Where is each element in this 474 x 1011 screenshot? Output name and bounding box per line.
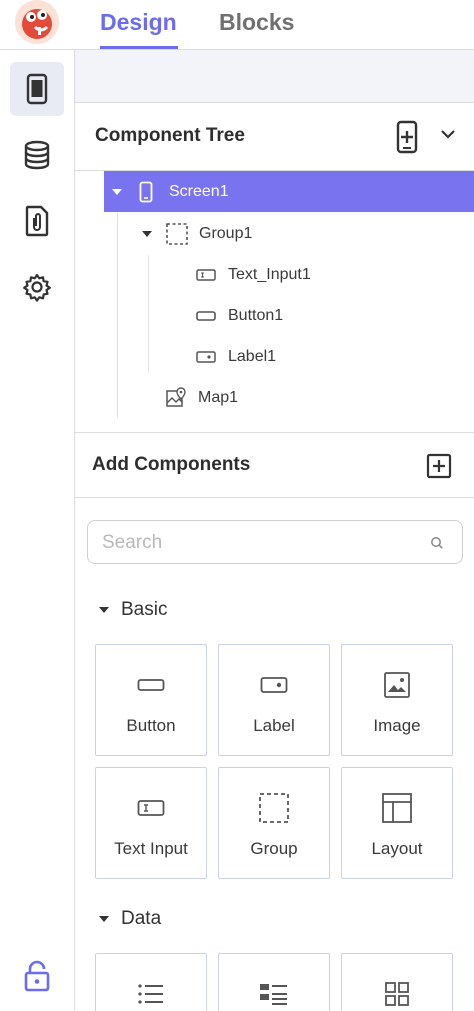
tree-node-label: Label1 <box>228 347 277 365</box>
map-icon <box>165 386 187 409</box>
component-search-box <box>87 520 463 564</box>
component-card-label: Image <box>373 716 421 735</box>
rail-settings-button[interactable] <box>10 260 64 314</box>
button-icon <box>196 309 216 323</box>
component-card-image[interactable]: Image <box>341 644 453 756</box>
category-data[interactable]: Data <box>99 907 161 931</box>
tree-node-label: Map1 <box>198 388 239 406</box>
tree-guide-line <box>117 213 118 418</box>
component-card-grid[interactable] <box>341 953 453 1011</box>
expand-caret-icon[interactable] <box>142 230 152 237</box>
category-basic[interactable]: Basic <box>99 598 167 622</box>
lock-button[interactable] <box>22 960 52 992</box>
lock-icon <box>24 960 50 992</box>
component-tree-title: Component Tree <box>95 125 245 146</box>
category-label: Data <box>121 908 162 929</box>
component-card-text-input[interactable]: Text Input <box>95 767 207 879</box>
designer-panel: Component Tree Screen1 Group1 Text_Input… <box>75 50 474 1011</box>
layout-icon <box>342 790 452 826</box>
component-card-form-list[interactable] <box>218 953 330 1011</box>
component-card-label: Text Input <box>114 839 188 858</box>
tree-node-label: Screen1 <box>169 182 229 200</box>
tree-node-screen1[interactable]: Screen1 <box>104 171 474 212</box>
group-icon <box>219 790 329 826</box>
grid-icon <box>342 976 452 1011</box>
app-logo[interactable] <box>15 0 59 44</box>
gear-icon <box>23 273 51 302</box>
expand-caret-icon[interactable] <box>99 916 109 922</box>
add-components-title: Add Components <box>92 454 251 475</box>
chevron-down-icon <box>441 130 455 139</box>
tree-node-label: Group1 <box>199 224 253 242</box>
text-input-icon <box>96 790 206 826</box>
tab-design[interactable]: Design <box>100 7 177 37</box>
component-card-label: Group <box>250 839 298 858</box>
tree-node-label1[interactable]: Label1 <box>196 336 474 377</box>
tree-node-button1[interactable]: Button1 <box>196 295 474 336</box>
active-tab-indicator <box>100 46 178 49</box>
component-card-label: Label <box>253 716 295 735</box>
text-input-icon <box>196 268 216 282</box>
tree-node-label: Button1 <box>228 306 284 324</box>
tree-node-map1[interactable]: Map1 <box>165 377 474 418</box>
toolbar-strip <box>75 50 474 103</box>
search-input[interactable] <box>102 531 412 555</box>
button-icon <box>96 667 206 703</box>
list-icon <box>96 976 206 1011</box>
component-card-layout[interactable]: Layout <box>341 767 453 879</box>
add-components-header: Add Components <box>75 432 474 498</box>
label-icon <box>219 667 329 703</box>
group-icon <box>165 222 189 246</box>
add-screen-button[interactable] <box>395 120 419 159</box>
form-list-icon <box>219 976 329 1011</box>
collapse-tree-button[interactable] <box>439 127 457 146</box>
rail-designer-button[interactable] <box>10 62 64 116</box>
phone-icon <box>26 73 48 105</box>
rail-database-button[interactable] <box>10 128 64 182</box>
expand-caret-icon[interactable] <box>112 188 122 195</box>
top-bar: Design Blocks <box>0 0 474 50</box>
tree-node-group1[interactable]: Group1 <box>142 213 474 254</box>
component-card-label: Layout <box>371 839 423 858</box>
category-label: Basic <box>121 599 168 620</box>
paperclip-file-icon <box>25 205 49 237</box>
add-component-button[interactable] <box>426 453 452 484</box>
database-icon <box>24 140 50 170</box>
plus-square-icon <box>426 453 452 479</box>
add-screen-icon <box>396 120 418 154</box>
tab-blocks[interactable]: Blocks <box>219 7 294 37</box>
tree-node-text-input1[interactable]: Text_Input1 <box>196 254 474 295</box>
rail-assets-button[interactable] <box>10 194 64 248</box>
component-card-button[interactable]: Button <box>95 644 207 756</box>
expand-caret-icon[interactable] <box>99 607 109 613</box>
component-card-label: Button <box>126 716 176 735</box>
tree-guide-line <box>148 255 149 372</box>
label-icon <box>196 350 216 364</box>
left-rail <box>0 50 75 1011</box>
phone-icon <box>139 181 153 203</box>
component-tree-header: Component Tree <box>75 103 474 171</box>
tree-node-label: Text_Input1 <box>228 265 311 283</box>
component-card-group[interactable]: Group <box>218 767 330 879</box>
search-icon[interactable] <box>430 536 444 555</box>
component-card-list[interactable] <box>95 953 207 1011</box>
image-icon <box>342 667 452 703</box>
component-card-label[interactable]: Label <box>218 644 330 756</box>
